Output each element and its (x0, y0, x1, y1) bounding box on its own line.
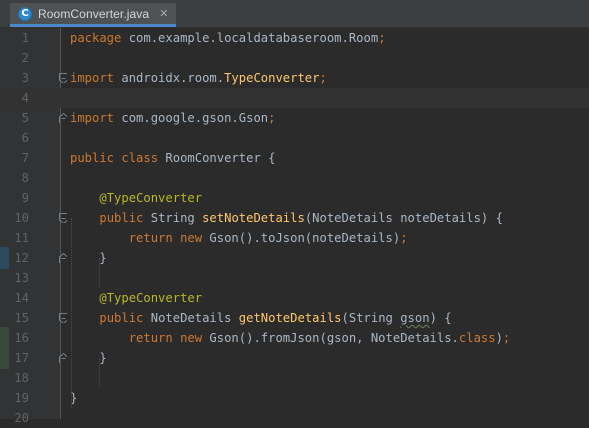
line-number: 5 (21, 111, 29, 125)
line-number: 7 (21, 151, 29, 165)
line-number: 3 (21, 71, 29, 85)
close-icon[interactable]: ✕ (159, 7, 168, 20)
fold-start-icon[interactable] (59, 73, 67, 83)
indent-guide (99, 358, 100, 388)
code-text: import androidx.room.TypeConverter; (70, 71, 327, 85)
code-line[interactable]: 10 public String setNoteDetails(NoteDeta… (0, 208, 589, 228)
code-line[interactable]: 9 @TypeConverter (0, 188, 589, 208)
tab-roomconverter-java[interactable]: C RoomConverter.java ✕ (10, 3, 177, 27)
line-number: 8 (21, 171, 29, 185)
tab-label: RoomConverter.java (38, 6, 150, 21)
line-number: 19 (14, 391, 29, 405)
code-line[interactable]: 2 (0, 48, 589, 68)
fold-end-icon[interactable] (59, 353, 67, 363)
line-number: 15 (14, 311, 29, 325)
code-line[interactable]: 12 } (0, 247, 589, 269)
code-text: public NoteDetails getNoteDetails(String… (99, 311, 452, 325)
code-line[interactable]: 19} (0, 388, 589, 408)
code-text: package com.example.localdatabaseroom.Ro… (70, 31, 386, 45)
code-line[interactable]: 11 return new Gson().toJson(noteDetails)… (0, 228, 589, 248)
code-line[interactable]: 7 public class RoomConverter { (0, 148, 589, 168)
code-line[interactable]: 17 } (0, 347, 589, 369)
code-line[interactable]: 16 return new Gson().fromJson(gson, Note… (0, 327, 589, 349)
code-line[interactable]: 3 import androidx.room.TypeConverter; (0, 68, 589, 88)
code-line[interactable]: 8 (0, 168, 589, 188)
indent-guide (99, 258, 100, 288)
fold-end-icon[interactable] (59, 113, 67, 123)
line-number: 6 (21, 131, 29, 145)
code-text: @TypeConverter (99, 191, 203, 205)
line-number: 17 (14, 351, 29, 365)
line-number: 16 (14, 331, 29, 345)
line-number: 9 (21, 191, 29, 205)
code-text: return new Gson().toJson(noteDetails); (128, 231, 408, 245)
line-number: 12 (14, 251, 29, 265)
indent-guide (71, 218, 72, 408)
code-line[interactable]: 5 import com.google.gson.Gson; (0, 108, 589, 128)
code-line[interactable]: 18 (0, 368, 589, 388)
code-text: } (70, 251, 107, 265)
code-editor[interactable]: 1 package com.example.localdatabaseroom.R… (0, 28, 589, 425)
code-text: public class RoomConverter { (70, 151, 276, 165)
code-line[interactable]: 1 package com.example.localdatabaseroom.R… (0, 28, 589, 48)
line-number: 20 (14, 411, 29, 425)
editor-tab-bar: C RoomConverter.java ✕ (0, 0, 589, 28)
code-line[interactable]: 20 (0, 408, 589, 428)
java-class-icon: C (18, 6, 32, 21)
code-line[interactable]: 4 (0, 88, 589, 108)
line-number: 10 (14, 211, 29, 225)
code-text: @TypeConverter (99, 291, 203, 305)
code-line[interactable]: 14 @TypeConverter (0, 288, 589, 308)
fold-end-icon[interactable] (59, 253, 67, 263)
code-line[interactable]: 6 (0, 128, 589, 148)
code-text: import com.google.gson.Gson; (70, 111, 276, 125)
line-number: 2 (21, 51, 29, 65)
line-number: 18 (14, 371, 29, 385)
code-text: } (70, 351, 107, 365)
code-line[interactable]: 15 public NoteDetails getNoteDetails(Str… (0, 308, 589, 328)
fold-start-icon[interactable] (59, 313, 67, 323)
code-text: return new Gson().fromJson(gson, NoteDet… (128, 331, 511, 345)
line-number: 14 (14, 291, 29, 305)
fold-start-icon[interactable] (59, 213, 67, 223)
line-number: 1 (21, 31, 29, 45)
code-line[interactable]: 13 (0, 268, 589, 288)
line-number: 13 (14, 271, 29, 285)
code-text: public String setNoteDetails(NoteDetails… (99, 211, 503, 225)
line-number: 4 (21, 91, 29, 105)
line-number: 11 (14, 231, 29, 245)
